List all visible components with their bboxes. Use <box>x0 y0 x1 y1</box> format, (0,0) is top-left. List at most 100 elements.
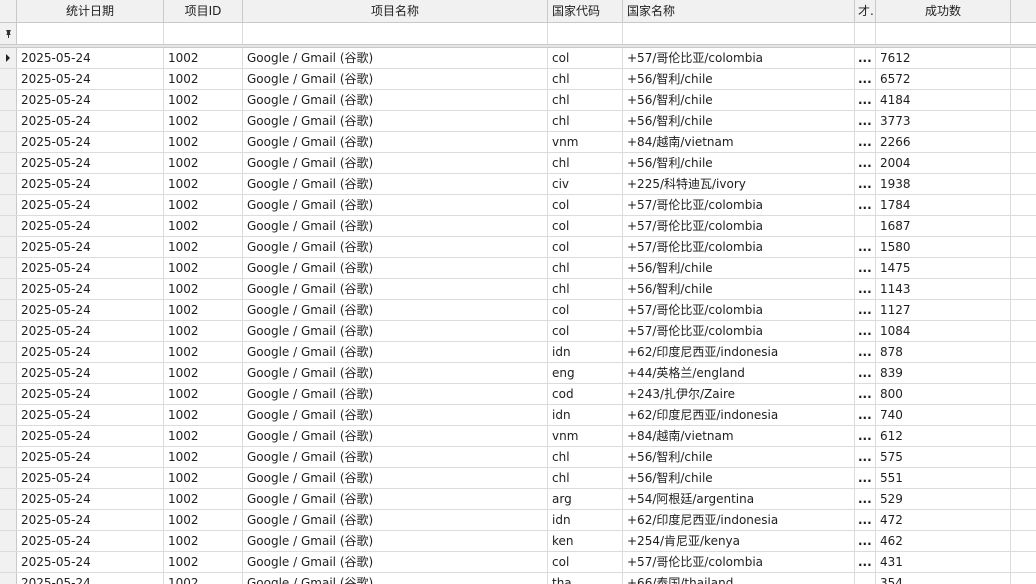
cell-date[interactable]: 2025-05-24 <box>17 132 164 152</box>
column-header-truncated[interactable]: 才.. <box>855 0 876 22</box>
cell-project-id[interactable]: 1002 <box>164 174 243 194</box>
cell-project-name[interactable]: Google / Gmail (谷歌) <box>243 111 548 131</box>
cell-truncated[interactable]: ... <box>855 321 876 341</box>
cell-date[interactable]: 2025-05-24 <box>17 279 164 299</box>
cell-truncated[interactable]: ... <box>855 174 876 194</box>
cell-project-name[interactable]: Google / Gmail (谷歌) <box>243 90 548 110</box>
cell-project-id[interactable]: 1002 <box>164 111 243 131</box>
table-row[interactable]: 2025-05-24 1002 Google / Gmail (谷歌) chl +56/… <box>0 153 1036 174</box>
cell-truncated[interactable]: ... <box>855 573 876 584</box>
cell-date[interactable]: 2025-05-24 <box>17 552 164 572</box>
cell-truncated[interactable]: ... <box>855 237 876 257</box>
row-indicator[interactable] <box>0 132 17 152</box>
cell-project-id[interactable]: 1002 <box>164 69 243 89</box>
cell-country-name[interactable]: +56/智利/chile <box>623 69 855 89</box>
cell-date[interactable]: 2025-05-24 <box>17 510 164 530</box>
cell-project-name[interactable]: Google / Gmail (谷歌) <box>243 237 548 257</box>
table-row[interactable]: 2025-05-24 1002 Google / Gmail (谷歌) col +57/… <box>0 237 1036 258</box>
row-indicator[interactable] <box>0 153 17 173</box>
table-row[interactable]: 2025-05-24 1002 Google / Gmail (谷歌) chl +56/… <box>0 90 1036 111</box>
row-indicator[interactable] <box>0 69 17 89</box>
table-row[interactable]: 2025-05-24 1002 Google / Gmail (谷歌) chl +56/… <box>0 468 1036 489</box>
cell-country-name[interactable]: +84/越南/vietnam <box>623 132 855 152</box>
table-row[interactable]: 2025-05-24 1002 Google / Gmail (谷歌) col +57/… <box>0 195 1036 216</box>
table-row[interactable]: 2025-05-24 1002 Google / Gmail (谷歌) cod +243… <box>0 384 1036 405</box>
cell-project-id[interactable]: 1002 <box>164 384 243 404</box>
table-row[interactable]: 2025-05-24 1002 Google / Gmail (谷歌) vnm +84/… <box>0 426 1036 447</box>
cell-success-count[interactable]: 1938 <box>876 174 1011 194</box>
cell-success-count[interactable]: 1784 <box>876 195 1011 215</box>
row-indicator[interactable] <box>0 363 17 383</box>
cell-project-id[interactable]: 1002 <box>164 468 243 488</box>
cell-project-id[interactable]: 1002 <box>164 321 243 341</box>
cell-project-name[interactable]: Google / Gmail (谷歌) <box>243 510 548 530</box>
cell-project-name[interactable]: Google / Gmail (谷歌) <box>243 363 548 383</box>
cell-truncated[interactable]: ... <box>855 132 876 152</box>
cell-success-count[interactable]: 354 <box>876 573 1011 584</box>
cell-project-name[interactable]: Google / Gmail (谷歌) <box>243 48 548 68</box>
row-indicator[interactable] <box>0 237 17 257</box>
row-indicator[interactable] <box>0 531 17 551</box>
cell-country-code[interactable]: arg <box>548 489 623 509</box>
row-indicator[interactable] <box>0 468 17 488</box>
cell-country-name[interactable]: +44/英格兰/england <box>623 363 855 383</box>
cell-project-id[interactable]: 1002 <box>164 132 243 152</box>
cell-project-id[interactable]: 1002 <box>164 48 243 68</box>
cell-success-count[interactable]: 3773 <box>876 111 1011 131</box>
table-row[interactable]: 2025-05-24 1002 Google / Gmail (谷歌) tha +66/… <box>0 573 1036 584</box>
filter-cell-project-name[interactable] <box>243 23 548 44</box>
column-header-project-id[interactable]: 项目ID <box>164 0 243 22</box>
cell-country-code[interactable]: col <box>548 321 623 341</box>
row-indicator[interactable] <box>0 90 17 110</box>
cell-success-count[interactable]: 1084 <box>876 321 1011 341</box>
cell-project-id[interactable]: 1002 <box>164 153 243 173</box>
cell-country-code[interactable]: chl <box>548 69 623 89</box>
cell-project-id[interactable]: 1002 <box>164 426 243 446</box>
cell-truncated[interactable]: ... <box>855 279 876 299</box>
cell-project-id[interactable]: 1002 <box>164 237 243 257</box>
cell-country-code[interactable]: col <box>548 300 623 320</box>
table-row[interactable]: 2025-05-24 1002 Google / Gmail (谷歌) chl +56/… <box>0 111 1036 132</box>
table-row[interactable]: 2025-05-24 1002 Google / Gmail (谷歌) col +57/… <box>0 216 1036 237</box>
cell-country-name[interactable]: +57/哥伦比亚/colombia <box>623 237 855 257</box>
cell-project-name[interactable]: Google / Gmail (谷歌) <box>243 258 548 278</box>
cell-project-id[interactable]: 1002 <box>164 216 243 236</box>
row-indicator[interactable] <box>0 111 17 131</box>
cell-date[interactable]: 2025-05-24 <box>17 321 164 341</box>
current-row-arrow-icon[interactable] <box>0 48 17 68</box>
table-row[interactable]: 2025-05-24 1002 Google / Gmail (谷歌) chl +56/… <box>0 69 1036 90</box>
cell-country-code[interactable]: cod <box>548 384 623 404</box>
row-indicator[interactable] <box>0 405 17 425</box>
cell-country-name[interactable]: +56/智利/chile <box>623 279 855 299</box>
cell-project-name[interactable]: Google / Gmail (谷歌) <box>243 342 548 362</box>
cell-success-count[interactable]: 1475 <box>876 258 1011 278</box>
row-indicator[interactable] <box>0 510 17 530</box>
cell-country-code[interactable]: chl <box>548 90 623 110</box>
cell-date[interactable]: 2025-05-24 <box>17 111 164 131</box>
cell-truncated[interactable]: ... <box>855 258 876 278</box>
cell-country-code[interactable]: col <box>548 195 623 215</box>
cell-project-name[interactable]: Google / Gmail (谷歌) <box>243 279 548 299</box>
data-grid[interactable]: 统计日期 项目ID 项目名称 国家代码 国家名称 才.. 成功数 2025-05… <box>0 0 1036 584</box>
cell-truncated[interactable]: ... <box>855 363 876 383</box>
cell-country-code[interactable]: ken <box>548 531 623 551</box>
table-row[interactable]: 2025-05-24 1002 Google / Gmail (谷歌) ken +254… <box>0 531 1036 552</box>
cell-truncated[interactable]: ... <box>855 447 876 467</box>
cell-truncated[interactable]: ... <box>855 552 876 572</box>
column-header-country-code[interactable]: 国家代码 <box>548 0 623 22</box>
cell-project-name[interactable]: Google / Gmail (谷歌) <box>243 489 548 509</box>
cell-project-name[interactable]: Google / Gmail (谷歌) <box>243 195 548 215</box>
cell-date[interactable]: 2025-05-24 <box>17 531 164 551</box>
cell-project-name[interactable]: Google / Gmail (谷歌) <box>243 132 548 152</box>
cell-truncated[interactable]: ... <box>855 300 876 320</box>
cell-country-name[interactable]: +57/哥伦比亚/colombia <box>623 321 855 341</box>
cell-date[interactable]: 2025-05-24 <box>17 384 164 404</box>
cell-project-name[interactable]: Google / Gmail (谷歌) <box>243 531 548 551</box>
cell-project-id[interactable]: 1002 <box>164 342 243 362</box>
column-header-date[interactable]: 统计日期 <box>17 0 164 22</box>
row-indicator[interactable] <box>0 321 17 341</box>
cell-success-count[interactable]: 6572 <box>876 69 1011 89</box>
cell-country-name[interactable]: +54/阿根廷/argentina <box>623 489 855 509</box>
cell-country-name[interactable]: +56/智利/chile <box>623 153 855 173</box>
table-row[interactable]: 2025-05-24 1002 Google / Gmail (谷歌) chl +56/… <box>0 447 1036 468</box>
